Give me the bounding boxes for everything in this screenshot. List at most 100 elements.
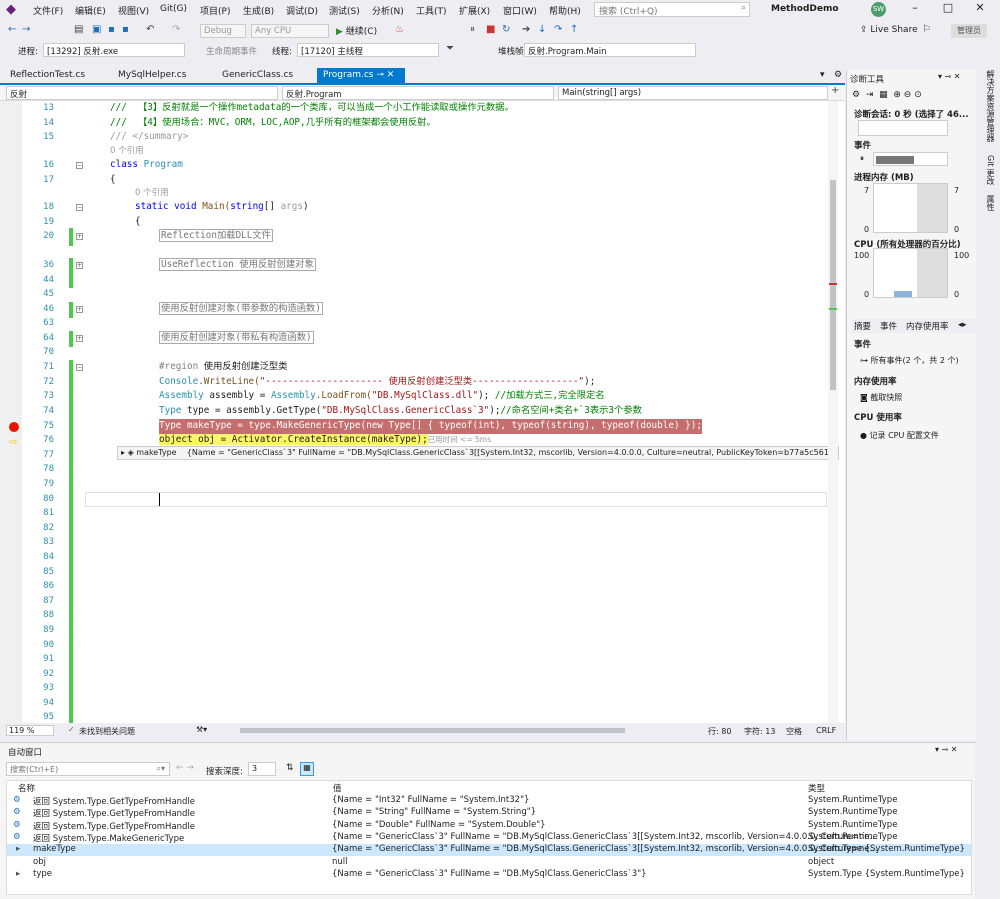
back-icon[interactable]: ←	[8, 24, 16, 35]
timeline-ruler[interactable]	[858, 120, 948, 136]
menu-extensions[interactable]: 扩展(X)	[459, 4, 490, 17]
menu-project[interactable]: 项目(P)	[200, 4, 230, 17]
autos-value[interactable]: {Name = "String" FullName = "System.Stri…	[332, 807, 536, 817]
export-icon[interactable]: ⇥	[866, 90, 874, 100]
tab-events[interactable]: 事件	[880, 320, 897, 332]
column-value[interactable]: 值	[333, 782, 342, 794]
split-editor-icon[interactable]: +	[831, 85, 839, 96]
class-dropdown[interactable]: 反射.Program	[282, 86, 554, 100]
collapse-icon[interactable]: −	[76, 204, 83, 211]
tab-reflectiontest[interactable]: ReflectionTest.cs	[10, 70, 85, 80]
step-out-icon[interactable]: ↑	[570, 24, 578, 35]
autos-row[interactable]: ⚙ 返回 System.Type.MakeGenericType {Name = "…	[7, 832, 971, 844]
properties-tab[interactable]: 属性	[985, 195, 996, 211]
menu-test[interactable]: 测试(S)	[329, 4, 360, 17]
autos-search-input[interactable]: 搜索(Ctrl+E) ⌕▾	[6, 762, 170, 776]
menu-tools[interactable]: 工具(T)	[416, 4, 447, 17]
column-name[interactable]: 名称	[18, 782, 35, 794]
autos-row[interactable]: ⚙ 返回 System.Type.GetTypeFromHandle {Name =…	[7, 795, 971, 807]
save-all-icon[interactable]: ▪	[122, 24, 129, 35]
autos-row[interactable]: ⚙ 返回 System.Type.GetTypeFromHandle {Name =…	[7, 820, 971, 832]
tab-summary[interactable]: 摘要	[854, 320, 871, 332]
pause-icon[interactable]: ⏸	[470, 24, 475, 35]
menu-build[interactable]: 生成(B)	[243, 4, 274, 17]
issues-status[interactable]: 未找到相关问题	[79, 726, 135, 737]
expand-icon[interactable]: +	[76, 262, 83, 269]
project-dropdown[interactable]: 反射	[6, 86, 278, 100]
open-folder-icon[interactable]: ▣	[92, 24, 101, 35]
expand-icon[interactable]: ▸	[16, 869, 20, 879]
expand-icon[interactable]: ▸	[16, 844, 20, 854]
collapse-icon[interactable]: −	[76, 162, 83, 169]
process-dropdown[interactable]: [13292] 反射.exe	[43, 43, 185, 57]
collapsed-region[interactable]: 使用反射创建对象(带私有构造函数)	[159, 331, 314, 344]
autos-value[interactable]: {Name = "Double" FullName = "System.Doub…	[332, 820, 546, 830]
live-share-button[interactable]: ⇪ Live Share	[860, 25, 918, 35]
settings-icon[interactable]: ⚙	[852, 90, 860, 100]
autos-row[interactable]: ⚙ 返回 System.Type.GetTypeFromHandle {Name =…	[7, 807, 971, 819]
breakpoint-icon[interactable]	[9, 422, 19, 432]
collapsed-region[interactable]: UseReflection 使用反射创建对象	[159, 258, 316, 271]
search-box[interactable]: 搜索 (Ctrl+Q) ⌕	[594, 2, 750, 17]
expand-icon[interactable]: +	[76, 306, 83, 313]
autos-row[interactable]: obj null object	[7, 857, 971, 869]
tab-mysqlhelper[interactable]: MySqlHelper.cs	[118, 70, 186, 80]
autos-row[interactable]: ▸ makeType {Name = "GenericClass`3" FullNa…	[7, 844, 971, 857]
select-tools-icon[interactable]: ▦	[879, 90, 888, 100]
view-toggle-icon[interactable]: ▦	[300, 762, 314, 776]
close-icon[interactable]: ✕	[970, 1, 990, 14]
autos-value[interactable]: {Name = "Int32" FullName = "System.Int32…	[332, 795, 529, 805]
expand-icon[interactable]: +	[76, 335, 83, 342]
breakpoint-gutter[interactable]	[0, 101, 22, 723]
reset-zoom-icon[interactable]: ⊙	[914, 90, 922, 100]
collapsed-region[interactable]: 使用反射创建对象(带参数的构造函数)	[159, 302, 323, 315]
autos-value[interactable]: {Name = "GenericClass`3" FullName = "DB.…	[332, 832, 878, 842]
menu-git[interactable]: Git(G)	[160, 4, 187, 14]
maximize-icon[interactable]: □	[938, 1, 958, 14]
thread-dropdown[interactable]: [17120] 主线程	[297, 43, 439, 57]
pin-icon[interactable]: ⊸	[376, 70, 384, 80]
stack-frame-dropdown[interactable]: 反射.Program.Main	[524, 43, 696, 57]
menu-view[interactable]: 视图(V)	[118, 4, 149, 17]
tab-memory-usage[interactable]: 内存使用率	[906, 320, 949, 332]
all-events-row[interactable]: ⊶ 所有事件(2 个，共 2 个)	[860, 355, 959, 366]
char-indicator[interactable]: 字符: 13	[744, 726, 775, 737]
tab-nav-icon[interactable]: ◂▸	[958, 320, 967, 330]
menu-help[interactable]: 帮助(H)	[549, 4, 581, 17]
git-changes-tab[interactable]: Git 更改	[985, 155, 996, 185]
expand-icon[interactable]: +	[76, 233, 83, 240]
member-dropdown[interactable]: Main(string[] args)	[558, 86, 828, 100]
avatar[interactable]: SW	[871, 2, 886, 17]
menu-window[interactable]: 窗口(W)	[503, 4, 537, 17]
zoom-in-icon[interactable]: ⊕	[893, 90, 901, 100]
hot-reload-icon[interactable]: ♨	[395, 24, 404, 35]
feedback-icon[interactable]: ⚐	[922, 24, 931, 35]
whitespace-indicator[interactable]: 空格	[786, 726, 802, 737]
step-over-icon[interactable]: ↷	[554, 24, 562, 35]
tab-program[interactable]: Program.cs ⊸ ✕	[317, 68, 405, 85]
zoom-dropdown[interactable]: 119 %	[6, 725, 54, 736]
take-snapshot-button[interactable]: ◙ 截取快照	[860, 392, 902, 403]
eol-indicator[interactable]: CRLF	[816, 726, 836, 735]
minimize-icon[interactable]: –	[905, 1, 925, 14]
filter-icon[interactable]: ⏷	[446, 43, 454, 54]
autos-value[interactable]: null	[332, 857, 348, 867]
depth-dropdown[interactable]: 3	[248, 762, 276, 776]
tab-genericclass[interactable]: GenericClass.cs	[222, 70, 293, 80]
search-back-forward-icon[interactable]: ← →	[176, 763, 194, 773]
lifecycle-events-button[interactable]: 生命周期事件	[206, 45, 257, 57]
config-dropdown[interactable]: Debug	[200, 24, 246, 38]
zoom-out-icon[interactable]: ⊖	[904, 90, 912, 100]
platform-dropdown[interactable]: Any CPU	[251, 24, 329, 38]
memory-graph[interactable]	[873, 183, 948, 233]
horizontal-scroll-thumb[interactable]	[240, 728, 625, 733]
autos-value[interactable]: {Name = "GenericClass`3" FullName = "DB.…	[332, 869, 647, 879]
autos-row[interactable]: ▸ type {Name = "GenericClass`3" FullName =…	[7, 869, 971, 881]
settings-icon[interactable]: ⚙	[834, 70, 842, 80]
codelens-references[interactable]: 0 个引用	[135, 186, 169, 201]
collapsed-region[interactable]: Reflection加载DLL文件	[159, 229, 273, 242]
menu-analyze[interactable]: 分析(N)	[372, 4, 404, 17]
show-next-statement-icon[interactable]: ➔	[522, 24, 530, 35]
panel-menu-icon[interactable]: ▾ ⊸ ✕	[938, 72, 961, 81]
autos-window-controls[interactable]: ▾ ⊸ ✕	[935, 745, 958, 754]
